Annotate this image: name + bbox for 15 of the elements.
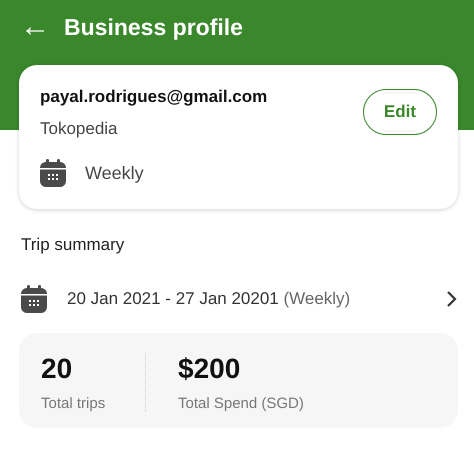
back-button[interactable]: ←: [20, 12, 50, 42]
frequency-text: Weekly: [85, 162, 144, 184]
stat-value: $200: [178, 353, 242, 385]
email-text: payal.rodrigues@gmail.com: [40, 87, 268, 107]
chevron-right-icon[interactable]: [446, 290, 458, 308]
stat-label: Total trips: [41, 395, 106, 412]
date-range[interactable]: 20 Jan 2021 - 27 Jan 20201 (Weekly): [67, 289, 426, 309]
stat-label: Total Spend (SGD): [178, 395, 304, 412]
company-name: Tokopedia: [40, 119, 119, 139]
section-heading: Trip summary: [21, 235, 126, 255]
stat-value: 20: [41, 353, 74, 385]
page-title: Business profile: [64, 14, 243, 40]
calendar-icon: [40, 159, 66, 187]
edit-button[interactable]: Edit: [362, 89, 437, 135]
calendar-icon: [21, 285, 47, 313]
